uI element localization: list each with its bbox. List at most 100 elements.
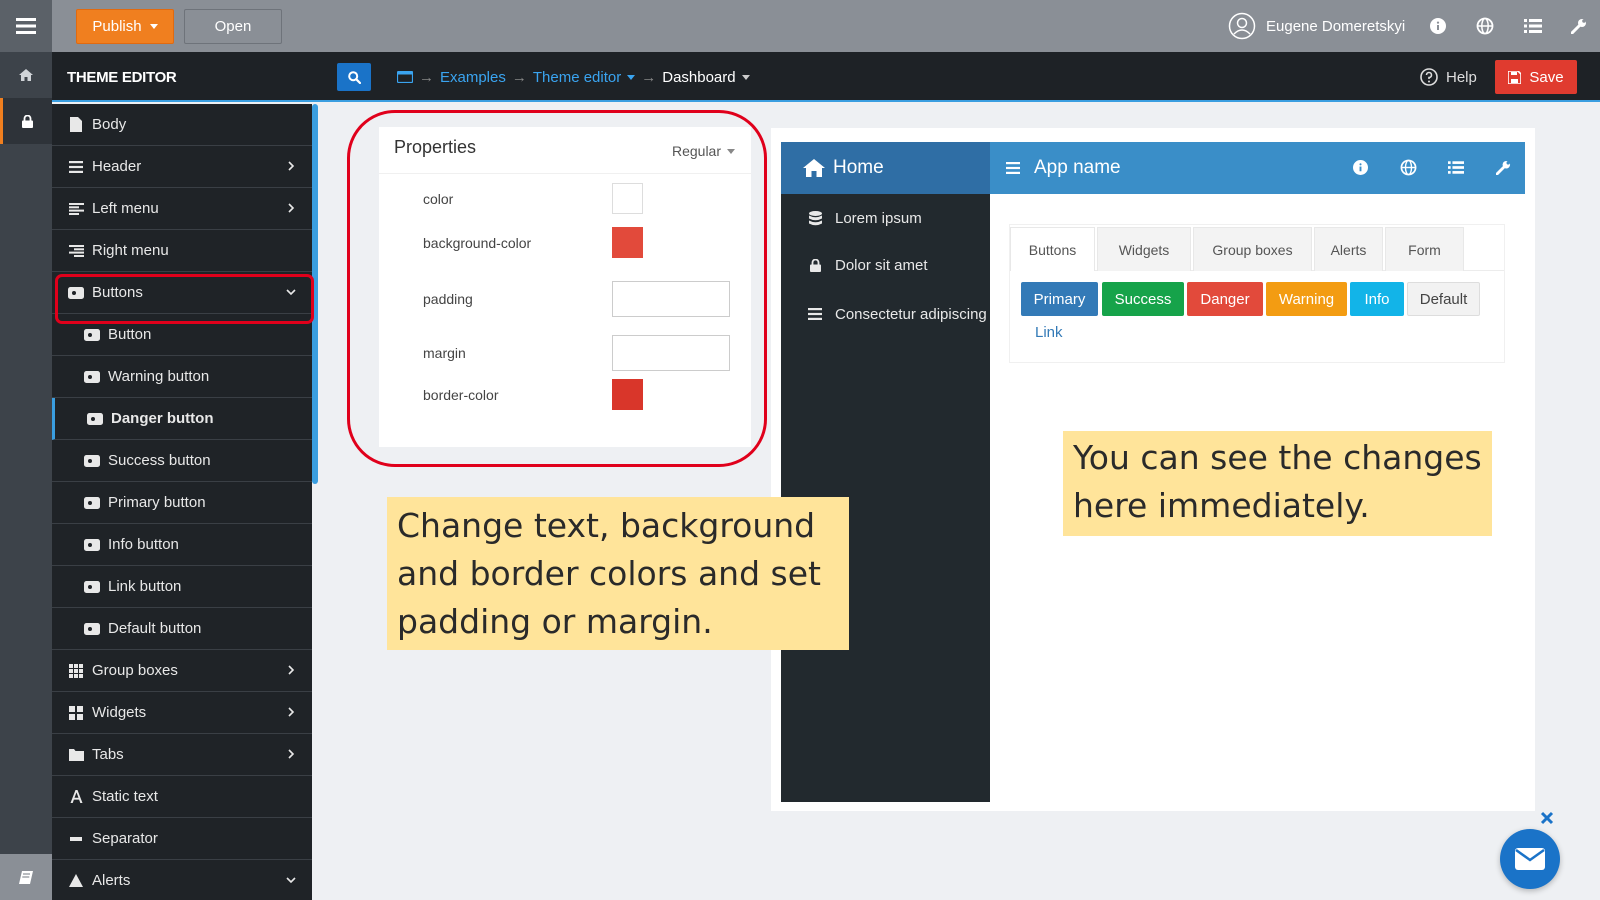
tree-item-info-button[interactable]: Info button <box>52 524 312 566</box>
tree-item-link-button[interactable]: Link button <box>52 566 312 608</box>
preview-danger-button[interactable]: Danger <box>1187 282 1263 316</box>
menu-icon[interactable] <box>1006 162 1020 174</box>
tree-item-danger-button[interactable]: Danger button <box>52 398 312 440</box>
tree-item-primary-button[interactable]: Primary button <box>52 482 312 524</box>
save-button[interactable]: Save <box>1495 60 1577 94</box>
search-icon <box>347 70 361 84</box>
open-button[interactable]: Open <box>184 9 282 44</box>
lock-icon <box>22 114 33 128</box>
preview-link-button[interactable]: Link <box>1035 324 1063 341</box>
help-icon <box>1420 68 1438 86</box>
chevron-down-icon[interactable] <box>284 873 298 887</box>
button-icon <box>84 579 100 595</box>
preview-success-button[interactable]: Success <box>1102 282 1184 316</box>
user-name: Eugene Domeretskyi <box>1266 17 1406 35</box>
publish-label: Publish <box>92 18 142 35</box>
tree-item-success-button[interactable]: Success button <box>52 440 312 482</box>
preview-sidebar-label: Lorem ipsum <box>835 209 922 227</box>
tree-item-header[interactable]: Header <box>52 146 312 188</box>
close-icon[interactable] <box>1540 811 1554 825</box>
button-icon <box>87 411 103 427</box>
chevron-right-icon[interactable] <box>284 705 298 719</box>
chevron-right-icon[interactable] <box>284 201 298 215</box>
database-icon <box>807 210 823 226</box>
tree-item-separator[interactable]: Separator <box>52 818 312 860</box>
tree-item-label: Link button <box>108 578 182 595</box>
preview-sidebar-item[interactable]: Dolor sit amet <box>781 245 990 285</box>
tree-item-label: Widgets <box>92 704 147 721</box>
tree-item-right-menu[interactable]: Right menu <box>52 230 312 272</box>
tree-item-static-text[interactable]: Static text <box>52 776 312 818</box>
preview-tab-buttons[interactable]: Buttons <box>1010 227 1095 271</box>
preview-default-button[interactable]: Default <box>1407 282 1480 316</box>
editor-toolbar: THEME EDITOR → Examples → Theme editor →… <box>52 52 1600 102</box>
list-icon[interactable] <box>1445 156 1467 178</box>
preview-tab-group-boxes[interactable]: Group boxes <box>1193 227 1312 271</box>
breadcrumb-examples[interactable]: Examples <box>440 69 506 86</box>
preview-warning-button[interactable]: Warning <box>1266 282 1347 316</box>
globe-icon[interactable] <box>1397 156 1419 178</box>
file-icon <box>68 117 84 133</box>
breadcrumb-dashboard[interactable]: Dashboard <box>662 69 735 86</box>
alert-icon <box>68 873 84 889</box>
wrench-icon[interactable] <box>1567 14 1591 38</box>
breadcrumb-theme-editor[interactable]: Theme editor <box>533 69 621 86</box>
menu-icon <box>68 159 84 175</box>
text-icon <box>68 789 84 805</box>
button-icon <box>84 327 100 343</box>
tree-item-left-menu[interactable]: Left menu <box>52 188 312 230</box>
preview-sidebar-item[interactable]: Lorem ipsum <box>781 198 990 238</box>
tree-item-group-boxes[interactable]: Group boxes <box>52 650 312 692</box>
tree-item-tabs[interactable]: Tabs <box>52 734 312 776</box>
info-icon[interactable] <box>1349 156 1371 178</box>
callout-see-changes: You can see the changes here immediately… <box>1063 431 1492 536</box>
help-label: Help <box>1446 68 1477 86</box>
search-button[interactable] <box>337 63 371 91</box>
widgets-icon <box>68 705 84 721</box>
separator-icon <box>68 831 84 847</box>
tree-item-label: Static text <box>92 788 158 805</box>
save-label: Save <box>1529 68 1564 86</box>
preview-tab-widgets[interactable]: Widgets <box>1097 227 1191 271</box>
globe-icon[interactable] <box>1473 14 1497 38</box>
preview-info-button[interactable]: Info <box>1350 282 1404 316</box>
tree-item-label: Header <box>92 158 142 175</box>
tree-item-widgets[interactable]: Widgets <box>52 692 312 734</box>
tree-item-label: Left menu <box>92 200 159 217</box>
chevron-right-icon[interactable] <box>284 747 298 761</box>
wrench-icon[interactable] <box>1492 156 1514 178</box>
help-button[interactable]: Help <box>1420 52 1477 102</box>
tree-item-label: Tabs <box>92 746 124 763</box>
chevron-right-icon[interactable] <box>284 159 298 173</box>
chat-widget-button[interactable] <box>1500 829 1560 889</box>
caret-down-icon[interactable] <box>741 74 750 80</box>
preview-tab-form[interactable]: Form <box>1385 227 1464 271</box>
preview-sidebar-item[interactable]: Consectetur adipiscing <box>781 294 990 334</box>
button-icon <box>84 537 100 553</box>
button-icon <box>84 369 100 385</box>
home-icon <box>803 159 825 177</box>
tree-item-warning-button[interactable]: Warning button <box>52 356 312 398</box>
user-menu[interactable]: Eugene Domeretskyi <box>1228 12 1405 40</box>
rail-lock[interactable] <box>0 98 52 144</box>
highlight-buttons-item <box>55 274 314 324</box>
top-bar: Publish Open Eugene Domeretskyi <box>0 0 1600 52</box>
preview-primary-button[interactable]: Primary <box>1021 282 1098 316</box>
preview-tab-alerts[interactable]: Alerts <box>1314 227 1383 271</box>
info-icon[interactable] <box>1426 14 1450 38</box>
publish-button[interactable]: Publish <box>76 9 174 44</box>
hamburger-menu-icon[interactable] <box>0 0 52 52</box>
tree-item-label: Button <box>108 326 152 343</box>
preview-home[interactable]: Home <box>781 142 990 194</box>
rail-book[interactable] <box>0 854 52 900</box>
tree-item-default-button[interactable]: Default button <box>52 608 312 650</box>
tree-item-body[interactable]: Body <box>52 104 312 146</box>
tree-item-alerts[interactable]: Alerts <box>52 860 312 900</box>
list-icon[interactable] <box>1521 14 1545 38</box>
chevron-right-icon[interactable] <box>284 663 298 677</box>
floppy-disk-icon <box>1508 70 1522 84</box>
page-title: THEME EDITOR <box>67 69 177 86</box>
rail-home[interactable] <box>0 52 52 98</box>
caret-down-icon[interactable] <box>627 74 636 80</box>
element-tree: Body Header Left menu Right menu Buttons Butt… <box>52 104 312 900</box>
